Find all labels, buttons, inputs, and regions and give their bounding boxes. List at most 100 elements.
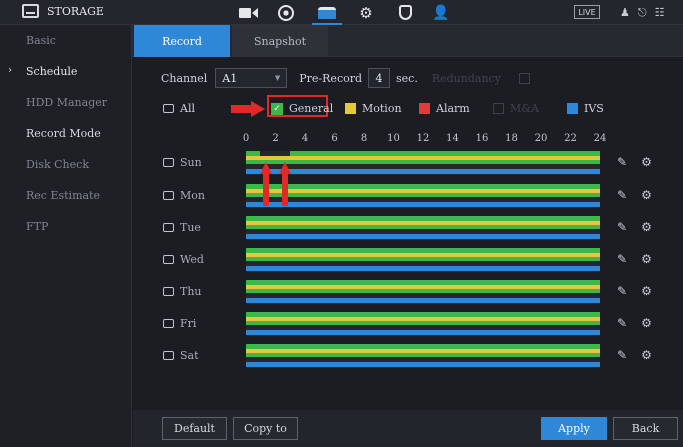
edit-pencil-icon[interactable]: ✎	[617, 220, 627, 234]
sidebar-item-hdd-manager[interactable]: HDD Manager	[0, 87, 131, 118]
day-label[interactable]: Tue	[163, 221, 201, 234]
channel-select[interactable]: A1 ▼	[215, 68, 288, 88]
check-icon[interactable]: ✓	[271, 102, 283, 115]
camera-icon[interactable]	[238, 3, 258, 22]
day-name: Sun	[180, 156, 202, 169]
day-label[interactable]: Sun	[163, 156, 202, 169]
day-checkbox[interactable]	[163, 287, 174, 296]
settings-gear-icon[interactable]: ⚙	[641, 348, 652, 362]
day-timeline[interactable]	[246, 280, 600, 304]
day-timeline[interactable]	[246, 312, 600, 336]
ivs-swatch[interactable]	[567, 103, 578, 114]
menu-icon[interactable]: ☷	[655, 6, 665, 20]
legend-ma-label: M&A	[510, 102, 539, 115]
settings-gear-icon[interactable]: ⚙	[641, 252, 652, 266]
day-checkbox[interactable]	[163, 255, 174, 264]
settings-gear-icon[interactable]: ⚙	[641, 188, 652, 202]
alarm-swatch[interactable]	[419, 103, 430, 114]
day-label[interactable]: Sat	[163, 349, 199, 362]
ma-swatch[interactable]	[493, 103, 504, 114]
day-timeline[interactable]	[246, 216, 600, 240]
legend-ivs[interactable]: IVS	[567, 102, 604, 115]
security-shield-icon[interactable]	[395, 3, 415, 22]
sidebar-item-label: FTP	[26, 220, 49, 233]
legend-ma[interactable]: M&A	[493, 102, 539, 115]
row-tools: ✎ ⚙	[617, 220, 652, 234]
general-bar	[246, 289, 600, 293]
red-arrow-right-icon	[231, 101, 265, 117]
chevron-right-icon: ›	[8, 65, 12, 76]
day-checkbox[interactable]	[163, 158, 174, 167]
day-checkbox[interactable]	[163, 319, 174, 328]
default-button[interactable]: Default	[162, 417, 227, 440]
system-gear-icon[interactable]: ⚙	[355, 3, 377, 22]
ivs-bar	[246, 202, 600, 207]
edit-pencil-icon[interactable]: ✎	[617, 252, 627, 266]
edit-pencil-icon[interactable]: ✎	[617, 155, 627, 169]
day-checkbox[interactable]	[163, 191, 174, 200]
back-button[interactable]: Back	[613, 417, 678, 440]
day-timeline[interactable]	[246, 248, 600, 272]
day-row-sun: Sun ✎ ⚙	[133, 151, 683, 181]
live-button[interactable]: LIVE	[574, 5, 600, 19]
window-controls: ♟ ⎋ ☷	[620, 6, 664, 20]
day-timeline[interactable]	[246, 184, 600, 208]
sidebar-item-disk-check[interactable]: Disk Check	[0, 149, 131, 180]
day-name: Sat	[180, 349, 199, 362]
account-icon[interactable]: 👤	[430, 3, 452, 22]
legend-general[interactable]: ✓ General	[271, 102, 333, 115]
storage-icon[interactable]	[312, 3, 342, 25]
sidebar-item-rec-estimate[interactable]: Rec Estimate	[0, 180, 131, 211]
edit-pencil-icon[interactable]: ✎	[617, 316, 627, 330]
sidebar-item-record-mode[interactable]: Record Mode	[0, 118, 131, 149]
day-row-tue: Tue ✎ ⚙	[133, 216, 683, 246]
prerecord-input[interactable]: 4	[368, 68, 391, 88]
edit-pencil-icon[interactable]: ✎	[617, 188, 627, 202]
sidebar-item-label: Rec Estimate	[26, 189, 100, 202]
redundancy-checkbox[interactable]	[518, 72, 530, 84]
apply-button[interactable]: Apply	[541, 417, 607, 440]
hard-disk-icon	[22, 4, 39, 18]
settings-gear-icon[interactable]: ⚙	[641, 220, 652, 234]
prerecord-unit: sec.	[396, 71, 418, 85]
legend-ivs-label: IVS	[584, 102, 604, 115]
day-label[interactable]: Mon	[163, 189, 205, 202]
day-name: Wed	[180, 253, 204, 266]
sidebar-item-schedule[interactable]: › Schedule	[0, 56, 131, 87]
row-tools: ✎ ⚙	[617, 252, 652, 266]
settings-gear-icon[interactable]: ⚙	[641, 316, 652, 330]
day-label[interactable]: Wed	[163, 253, 204, 266]
day-checkbox[interactable]	[163, 223, 174, 232]
row-tools: ✎ ⚙	[617, 155, 652, 169]
hour-tick: 0	[242, 133, 250, 144]
user-icon[interactable]: ♟	[620, 6, 630, 20]
motion-swatch[interactable]	[345, 103, 356, 114]
day-label[interactable]: Fri	[163, 317, 196, 330]
edit-pencil-icon[interactable]: ✎	[617, 348, 627, 362]
hour-tick: 12	[416, 133, 430, 144]
ivs-bar	[246, 330, 600, 335]
day-timeline[interactable]	[246, 344, 600, 368]
settings-gear-icon[interactable]: ⚙	[641, 155, 652, 169]
legend-alarm[interactable]: Alarm	[419, 102, 470, 115]
day-checkbox[interactable]	[163, 351, 174, 360]
logout-icon[interactable]: ⎋	[638, 6, 647, 20]
tab-snapshot[interactable]: Snapshot	[232, 25, 328, 57]
chevron-down-icon: ▼	[274, 74, 281, 82]
general-bar	[246, 160, 600, 164]
edit-pencil-icon[interactable]: ✎	[617, 284, 627, 298]
day-label[interactable]: Thu	[163, 285, 202, 298]
all-toggle[interactable]: All	[163, 102, 195, 115]
legend-motion[interactable]: Motion	[345, 102, 402, 115]
sidebar-item-basic[interactable]: Basic	[0, 25, 131, 56]
day-row-sat: Sat ✎ ⚙	[133, 344, 683, 374]
network-icon[interactable]	[276, 3, 296, 22]
hour-tick: 20	[534, 133, 548, 144]
all-checkbox[interactable]	[163, 104, 174, 113]
copy-to-button[interactable]: Copy to	[233, 417, 298, 440]
settings-gear-icon[interactable]: ⚙	[641, 284, 652, 298]
hour-tick: 14	[446, 133, 459, 144]
tab-record[interactable]: Record	[134, 25, 230, 57]
day-timeline[interactable]	[246, 151, 600, 175]
sidebar-item-ftp[interactable]: FTP	[0, 211, 131, 242]
